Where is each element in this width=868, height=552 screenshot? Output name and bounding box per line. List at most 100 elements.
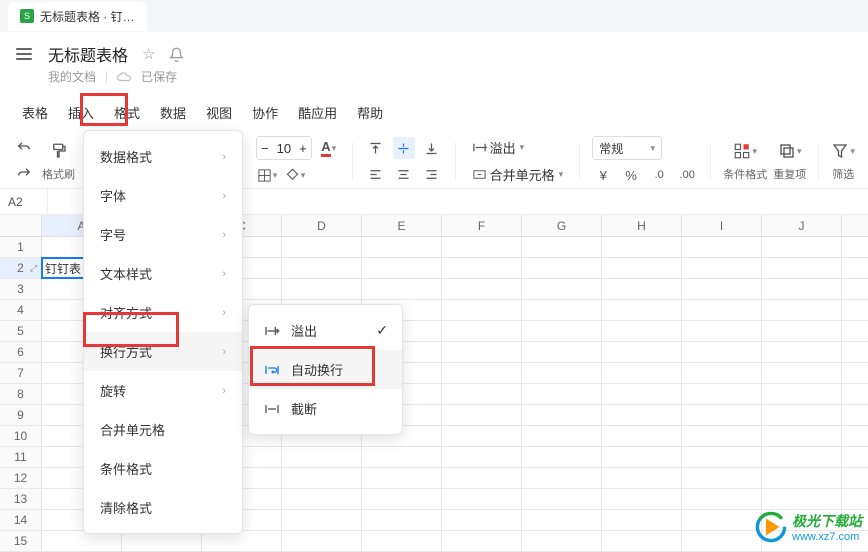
cell[interactable] [762,384,842,404]
cell[interactable] [362,531,442,551]
row-header[interactable]: 4 [0,300,42,320]
cell[interactable] [522,426,602,446]
menu-item[interactable]: 对齐方式› [84,293,242,332]
cell[interactable] [362,258,442,278]
cell[interactable] [762,405,842,425]
cell[interactable] [682,468,762,488]
cell[interactable] [442,237,522,257]
cell[interactable] [682,279,762,299]
cell[interactable] [442,426,522,446]
cell[interactable] [602,237,682,257]
col-header[interactable]: D [282,215,362,236]
decimal-inc-icon[interactable]: .00 [676,164,698,186]
filter-icon[interactable]: ▾ [831,140,855,162]
cell[interactable] [362,489,442,509]
menu-item[interactable]: 文本样式› [84,254,242,293]
row-header[interactable]: 12 [0,468,42,488]
submenu-item[interactable]: 自动换行 [249,350,402,389]
cell[interactable] [762,489,842,509]
cell[interactable] [442,321,522,341]
cell[interactable] [442,363,522,383]
menu-item[interactable]: 换行方式› [84,332,242,371]
cell[interactable] [282,279,362,299]
halign-right-icon[interactable] [421,163,443,185]
col-header[interactable]: I [682,215,762,236]
menu-format[interactable]: 格式 [104,99,150,126]
row-header[interactable]: 6 [0,342,42,362]
cell[interactable] [602,258,682,278]
cell[interactable] [522,237,602,257]
menu-help[interactable]: 帮助 [347,99,393,126]
cell[interactable] [282,237,362,257]
fill-color-icon[interactable]: ▾ [284,164,306,186]
col-header[interactable]: F [442,215,522,236]
cell[interactable] [602,321,682,341]
col-header[interactable]: E [362,215,442,236]
col-header[interactable]: H [602,215,682,236]
menu-insert[interactable]: 插入 [58,99,104,126]
redo-icon[interactable] [12,163,36,185]
cell[interactable] [682,447,762,467]
expand-handle-icon[interactable]: ⤢ [30,263,37,274]
cell[interactable] [362,468,442,488]
cell[interactable] [602,300,682,320]
currency-icon[interactable]: ¥ [592,164,614,186]
menu-view[interactable]: 视图 [196,99,242,126]
cell[interactable] [282,531,362,551]
cell[interactable] [762,426,842,446]
menu-coolapp[interactable]: 酷应用 [288,99,347,126]
cell[interactable] [602,531,682,551]
valign-bottom-icon[interactable] [421,137,443,159]
cell[interactable] [522,258,602,278]
merge-cells-select[interactable]: 合并单元格 ▾ [468,163,568,186]
wrap-mode-select[interactable]: 溢出 ▾ [468,136,529,159]
cell[interactable] [762,468,842,488]
cell[interactable] [362,510,442,530]
row-header[interactable]: 13 [0,489,42,509]
select-all-corner[interactable] [0,215,42,236]
menu-item[interactable]: 清除格式 [84,488,242,527]
row-header[interactable]: 5 [0,321,42,341]
cell[interactable] [522,300,602,320]
cell[interactable] [442,279,522,299]
cell[interactable] [282,447,362,467]
font-color-icon[interactable]: A▾ [318,137,340,159]
cell[interactable] [522,447,602,467]
row-header[interactable]: 10 [0,426,42,446]
cell[interactable] [522,384,602,404]
cell[interactable] [442,468,522,488]
font-size-input[interactable]: − 10 + [256,136,312,160]
cell[interactable] [522,363,602,383]
cell[interactable] [602,279,682,299]
row-header[interactable]: 15 [0,531,42,551]
star-icon[interactable]: ☆ [142,45,155,63]
valign-middle-icon[interactable] [393,137,415,159]
cell[interactable] [762,342,842,362]
cell[interactable] [682,426,762,446]
cell[interactable] [602,342,682,362]
cell[interactable] [442,489,522,509]
menu-data[interactable]: 数据 [150,99,196,126]
menu-item[interactable]: 条件格式 [84,449,242,488]
row-header[interactable]: 7 [0,363,42,383]
row-header[interactable]: 3 [0,279,42,299]
cell[interactable] [602,510,682,530]
cell[interactable] [442,258,522,278]
cell[interactable] [522,405,602,425]
cell[interactable] [282,510,362,530]
cell[interactable] [682,489,762,509]
cell[interactable] [362,237,442,257]
cell[interactable] [122,531,202,551]
cell[interactable] [682,531,762,551]
cell[interactable] [602,447,682,467]
menu-item[interactable]: 字号› [84,215,242,254]
halign-center-icon[interactable] [393,163,415,185]
menu-item[interactable]: 合并单元格 [84,410,242,449]
menu-item[interactable]: 字体› [84,176,242,215]
col-header[interactable]: J [762,215,842,236]
cell[interactable] [682,258,762,278]
cell[interactable] [442,384,522,404]
borders-icon[interactable]: ▾ [256,164,278,186]
cell[interactable] [522,342,602,362]
decimal-dec-icon[interactable]: .0 [648,164,670,186]
